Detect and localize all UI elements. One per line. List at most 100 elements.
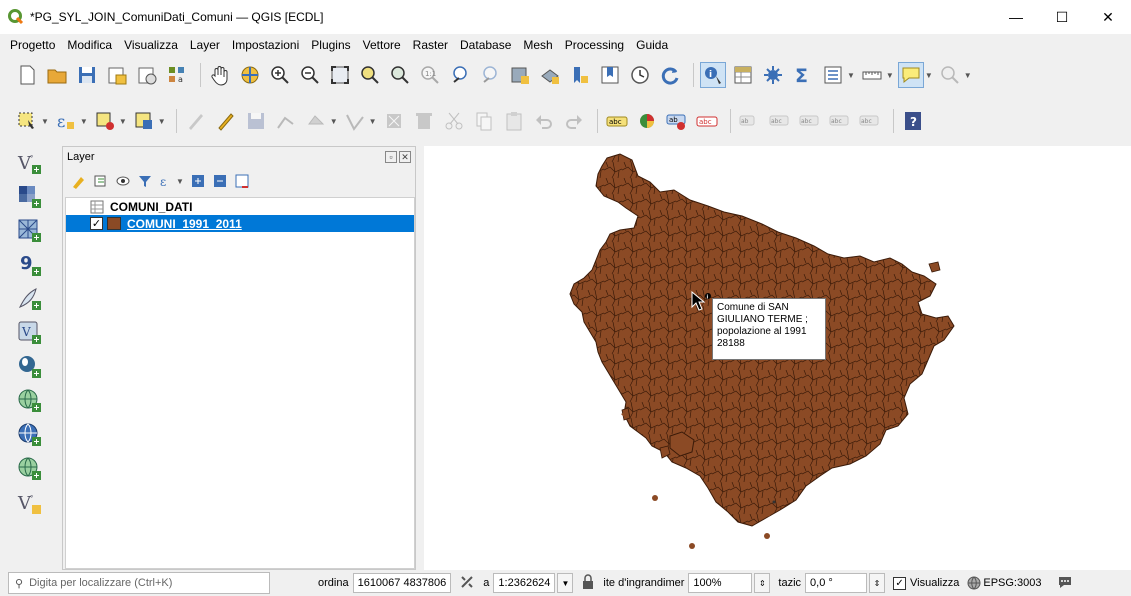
close-button[interactable]: ✕	[1085, 0, 1131, 34]
menu-guida[interactable]: Guida	[630, 38, 674, 52]
manage-map-themes-icon[interactable]	[113, 171, 133, 191]
new-vector-layer-icon[interactable]: V °	[15, 488, 45, 518]
remove-layer-icon[interactable]	[232, 171, 252, 191]
select-features-icon[interactable]	[14, 108, 40, 134]
add-postgis-layer-icon[interactable]	[15, 352, 45, 382]
open-attribute-table-icon[interactable]	[730, 62, 756, 88]
layer-row-comuni-1991-2011[interactable]: ✓ COMUNI_1991_2011	[66, 215, 414, 232]
crs-button[interactable]: EPSG:3003	[967, 576, 1041, 590]
zoom-out-icon[interactable]	[297, 62, 323, 88]
change-label-icon[interactable]: abc	[857, 108, 883, 134]
add-wcs-layer-icon[interactable]	[15, 454, 45, 484]
measure-line-icon[interactable]	[859, 62, 885, 88]
locator-search-input[interactable]: ⚲ Digita per localizzare (Ctrl+K)	[8, 572, 270, 594]
toggle-editing-icon[interactable]	[213, 108, 239, 134]
cut-features-icon[interactable]	[441, 108, 467, 134]
copy-features-icon[interactable]	[471, 108, 497, 134]
filter-legend-icon[interactable]	[135, 171, 155, 191]
menu-impostazioni[interactable]: Impostazioni	[226, 38, 305, 52]
menu-progetto[interactable]: Progetto	[4, 38, 61, 52]
select-by-expression-icon[interactable]: ε	[53, 108, 79, 134]
layout-manager-icon[interactable]	[134, 62, 160, 88]
coordinate-field[interactable]: 1610067 4837806	[352, 573, 452, 593]
zoom-last-icon[interactable]	[447, 62, 473, 88]
render-checkbox[interactable]: ✓ Visualizza	[893, 576, 959, 590]
show-bookmarks-icon[interactable]	[597, 62, 623, 88]
move-label-icon[interactable]: ab	[737, 108, 763, 134]
dropdown-arrow-icon[interactable]: ▼	[964, 71, 972, 80]
zoom-in-icon[interactable]	[267, 62, 293, 88]
menu-database[interactable]: Database	[454, 38, 517, 52]
dropdown-arrow-icon[interactable]: ▼	[80, 117, 88, 126]
add-spatialite-layer-icon[interactable]: V	[15, 318, 45, 348]
maximize-button[interactable]: ☐	[1039, 0, 1085, 34]
redo-icon[interactable]	[561, 108, 587, 134]
delete-selected-icon[interactable]	[381, 108, 407, 134]
dropdown-arrow-icon[interactable]: ▼	[330, 117, 338, 126]
pin-labels-icon[interactable]: ab	[664, 108, 690, 134]
minimize-button[interactable]: —	[993, 0, 1039, 34]
add-group-icon[interactable]	[91, 171, 111, 191]
new-bookmark-icon[interactable]	[567, 62, 593, 88]
pan-hand-icon[interactable]	[207, 62, 233, 88]
layer-row-comuni-dati[interactable]: COMUNI_DATI	[66, 198, 414, 215]
collapse-all-icon[interactable]	[210, 171, 230, 191]
expand-all-icon[interactable]	[188, 171, 208, 191]
trash-icon[interactable]	[411, 108, 437, 134]
add-wfs-layer-icon[interactable]	[15, 420, 45, 450]
messages-icon[interactable]	[1057, 574, 1073, 593]
modify-attributes-icon[interactable]	[342, 108, 368, 134]
current-edits-icon[interactable]	[183, 108, 209, 134]
undo-icon[interactable]	[531, 108, 557, 134]
magnifier-spin-icon[interactable]: ⇕	[754, 573, 771, 593]
menu-plugins[interactable]: Plugins	[305, 38, 356, 52]
add-wms-layer-icon[interactable]	[15, 386, 45, 416]
label-toolbar-icon[interactable]: abc	[604, 108, 630, 134]
processing-toolbox-icon[interactable]	[760, 62, 786, 88]
dropdown-arrow-icon[interactable]: ▼	[886, 71, 894, 80]
temporal-controller-icon[interactable]	[627, 62, 653, 88]
deselect-features-icon[interactable]	[92, 108, 118, 134]
dropdown-arrow-icon[interactable]: ▼	[369, 117, 377, 126]
zoom-to-layer-icon[interactable]	[387, 62, 413, 88]
new-project-icon[interactable]	[14, 62, 40, 88]
add-mesh-layer-icon[interactable]	[15, 216, 45, 246]
menu-layer[interactable]: Layer	[184, 38, 226, 52]
float-panel-icon[interactable]: ▫	[385, 151, 397, 163]
filter-by-expression-icon[interactable]: ε	[157, 171, 177, 191]
menu-modifica[interactable]: Modifica	[61, 38, 118, 52]
menu-vettore[interactable]: Vettore	[357, 38, 407, 52]
zoom-full-icon[interactable]	[327, 62, 353, 88]
new-3d-map-view-icon[interactable]	[537, 62, 563, 88]
move-label-tool-icon[interactable]: abc	[797, 108, 823, 134]
layer-symbol-swatch[interactable]	[107, 217, 121, 230]
save-edits-icon[interactable]	[243, 108, 269, 134]
menu-processing[interactable]: Processing	[559, 38, 630, 52]
new-print-layout-icon[interactable]	[104, 62, 130, 88]
open-layer-styling-icon[interactable]	[69, 171, 89, 191]
show-map-tips-list-icon[interactable]	[820, 62, 846, 88]
menu-mesh[interactable]: Mesh	[517, 38, 558, 52]
scale-field[interactable]: 1:2362624	[493, 573, 556, 593]
zoom-next-icon[interactable]	[477, 62, 503, 88]
menu-visualizza[interactable]: Visualizza	[118, 38, 184, 52]
dropdown-arrow-icon[interactable]: ▼	[925, 71, 933, 80]
add-raster-layer-icon[interactable]	[15, 182, 45, 212]
refresh-icon[interactable]	[657, 62, 683, 88]
lock-scale-icon[interactable]	[581, 573, 595, 593]
layer-visibility-checkbox[interactable]: ✓	[90, 217, 103, 230]
scale-dropdown-icon[interactable]: ▼	[557, 573, 574, 593]
show-map-tips-icon[interactable]	[897, 62, 924, 88]
open-project-icon[interactable]	[44, 62, 70, 88]
show-hide-labels-icon[interactable]: abc	[767, 108, 793, 134]
select-by-location-icon[interactable]	[131, 108, 157, 134]
close-panel-icon[interactable]: ✕	[399, 151, 411, 163]
vertex-tool-icon[interactable]	[303, 108, 329, 134]
add-geopackage-layer-icon[interactable]	[15, 284, 45, 314]
extents-toggle-icon[interactable]	[459, 574, 475, 593]
dropdown-arrow-icon[interactable]: ▼	[158, 117, 166, 126]
style-manager-icon[interactable]: a	[164, 62, 190, 88]
add-vector-layer-icon[interactable]: V °	[15, 148, 45, 178]
rotation-field[interactable]: 0,0 °	[805, 573, 868, 593]
pan-to-selection-icon[interactable]	[237, 62, 263, 88]
